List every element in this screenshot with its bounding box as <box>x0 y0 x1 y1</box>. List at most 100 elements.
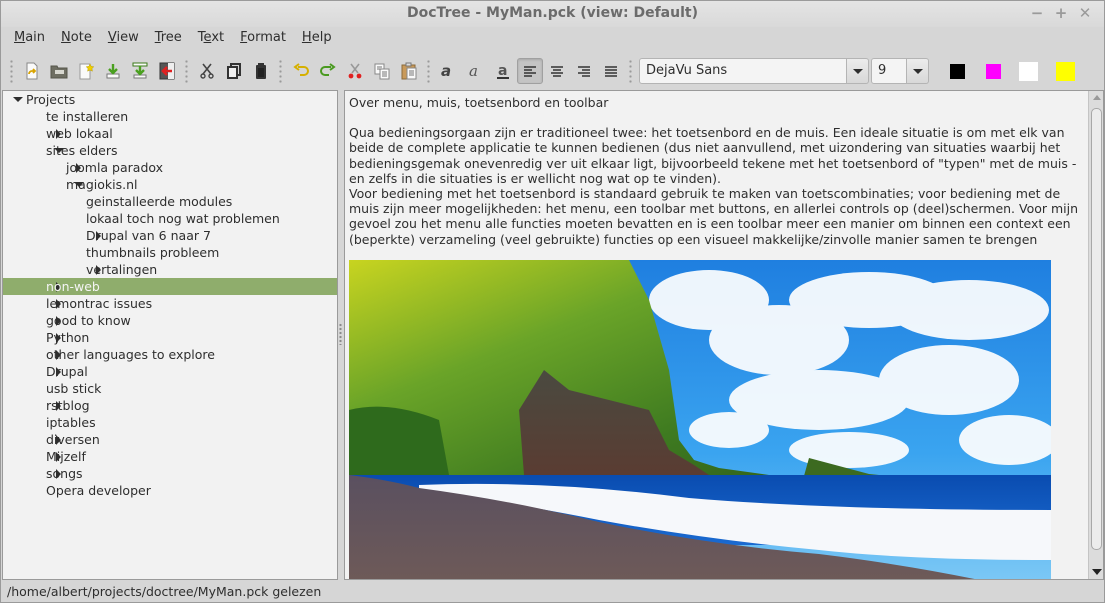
cut-text-button[interactable] <box>342 58 368 84</box>
copy-text-icon <box>374 63 389 80</box>
tree-item[interactable]: Python <box>3 329 337 346</box>
tree-item-label: vertalingen <box>86 262 158 277</box>
align-left-icon <box>523 66 536 77</box>
copy-node-button[interactable] <box>221 58 247 84</box>
copy-text-button[interactable] <box>369 58 395 84</box>
tree-view[interactable]: Projects te installeren web lokaal sites el… <box>2 90 338 580</box>
editor-text[interactable]: Over menu, muis, toetsenbord en toolbar … <box>349 95 1089 247</box>
tree-item[interactable]: vertalingen <box>3 261 337 278</box>
justify-button[interactable] <box>598 58 624 84</box>
font-family-select[interactable]: DejaVu Sans <box>639 58 847 84</box>
tree-item[interactable]: lokaal toch nog wat problemen <box>3 210 337 227</box>
tree-item[interactable]: Opera developer <box>3 482 337 499</box>
tree-item[interactable]: web lokaal <box>3 125 337 142</box>
expander-open-icon[interactable] <box>12 91 24 108</box>
color-black-button[interactable] <box>950 63 965 79</box>
cut-icon <box>199 63 214 79</box>
font-size-dropdown-button[interactable] <box>907 58 929 84</box>
tree-item[interactable]: geinstalleerde modules <box>3 193 337 210</box>
exit-icon <box>159 62 174 80</box>
tree-item[interactable]: joomla paradox <box>3 159 337 176</box>
redo-button[interactable] <box>315 58 341 84</box>
tree-item-label: Projects <box>26 92 76 107</box>
menu-help[interactable]: Help <box>295 28 339 50</box>
tree-item[interactable]: good to know <box>3 312 337 329</box>
color-magenta-button[interactable] <box>986 63 1001 79</box>
tree-item[interactable]: Drupal <box>3 363 337 380</box>
font-size-select[interactable]: 9 <box>871 58 907 84</box>
tree-item-label: lemontrac issues <box>46 296 153 311</box>
align-center-icon <box>550 66 563 77</box>
toolbar-separator <box>629 59 632 83</box>
scroll-up-arrow-icon[interactable] <box>1093 95 1101 100</box>
tree-item-label: geinstalleerde modules <box>86 194 233 209</box>
minimize-button[interactable]: − <box>1030 4 1044 22</box>
tree-item[interactable]: te installeren <box>3 108 337 125</box>
menu-format[interactable]: Format <box>233 28 293 50</box>
align-right-button[interactable] <box>571 58 597 84</box>
note-paragraph: Qua bedieningsorgaan zijn er traditionee… <box>349 125 1077 186</box>
tree-item[interactable]: thumbnails probleem <box>3 244 337 261</box>
close-button[interactable]: ✕ <box>1078 4 1092 22</box>
tree-item[interactable]: lemontrac issues <box>3 295 337 312</box>
menu-main[interactable]: Main <box>7 28 52 50</box>
tree-item[interactable]: songs <box>3 465 337 482</box>
tree-item-label: Drupal <box>46 364 88 379</box>
scrollbar-thumb[interactable] <box>1091 108 1102 550</box>
editor-scrollbar[interactable] <box>1088 91 1103 579</box>
underline-button[interactable]: a <box>490 58 516 84</box>
tree-item[interactable]: magiokis.nl <box>3 176 337 193</box>
new-file-button[interactable] <box>73 58 99 84</box>
align-center-button[interactable] <box>544 58 570 84</box>
title-bar[interactable]: DocTree - MyMan.pck (view: Default) − + … <box>1 1 1104 27</box>
tree-item[interactable]: Projects <box>3 91 337 108</box>
tree-item[interactable]: other languages to explore <box>3 346 337 363</box>
tree-item-label: lokaal toch nog wat problemen <box>86 211 280 226</box>
app-window: DocTree - MyMan.pck (view: Default) − + … <box>0 0 1105 603</box>
import-button[interactable] <box>100 58 126 84</box>
undo-button[interactable] <box>288 58 314 84</box>
menu-text[interactable]: Text <box>191 28 231 50</box>
tree-item-label: web lokaal <box>46 126 113 141</box>
color-white-button[interactable] <box>1019 61 1038 81</box>
justify-icon <box>604 66 617 77</box>
menu-view[interactable]: View <box>101 28 146 50</box>
tree-item-label: Drupal van 6 naar 7 <box>86 228 211 243</box>
cut-text-icon <box>348 63 361 79</box>
tree-item[interactable]: Drupal van 6 naar 7 <box>3 227 337 244</box>
editor[interactable]: Over menu, muis, toetsenbord en toolbar … <box>344 90 1104 580</box>
underline-icon: a <box>496 63 509 79</box>
tree-item[interactable]: sites elders <box>3 142 337 159</box>
open-folder-button[interactable] <box>46 58 72 84</box>
maximize-button[interactable]: + <box>1054 4 1068 22</box>
italic-button[interactable]: a <box>463 58 489 84</box>
tree-item[interactable]: diversen <box>3 431 337 448</box>
color-yellow-button[interactable] <box>1056 61 1075 81</box>
tree-item[interactable]: Mijzelf <box>3 448 337 465</box>
bold-button[interactable]: a <box>436 58 462 84</box>
svg-text:a: a <box>441 62 451 80</box>
cut-node-button[interactable] <box>194 58 220 84</box>
tree-item[interactable]: non-web <box>3 278 337 295</box>
tree-item[interactable]: rstblog <box>3 397 337 414</box>
align-left-button[interactable] <box>516 58 543 84</box>
paste-text-button[interactable] <box>396 58 422 84</box>
tree-item-label: sites elders <box>46 143 118 158</box>
pane-splitter[interactable] <box>339 323 342 345</box>
tree-item[interactable]: iptables <box>3 414 337 431</box>
menu-note[interactable]: Note <box>54 28 99 50</box>
paste-node-button[interactable] <box>248 58 274 84</box>
window-controls: − + ✕ <box>1030 4 1092 22</box>
font-family-dropdown-button[interactable] <box>847 58 869 84</box>
menu-tree[interactable]: Tree <box>148 28 189 50</box>
tree-item-label: Mijzelf <box>46 449 86 464</box>
copy-icon <box>226 63 241 79</box>
exit-button[interactable] <box>154 58 180 84</box>
open-file-button[interactable] <box>19 58 45 84</box>
import-tree-button[interactable] <box>127 58 153 84</box>
tree-item-label: thumbnails probleem <box>86 245 220 260</box>
scroll-down-arrow-icon[interactable] <box>1092 569 1102 575</box>
toolbar-separator <box>185 59 188 83</box>
note-heading: Over menu, muis, toetsenbord en toolbar <box>349 95 609 110</box>
tree-item[interactable]: usb stick <box>3 380 337 397</box>
